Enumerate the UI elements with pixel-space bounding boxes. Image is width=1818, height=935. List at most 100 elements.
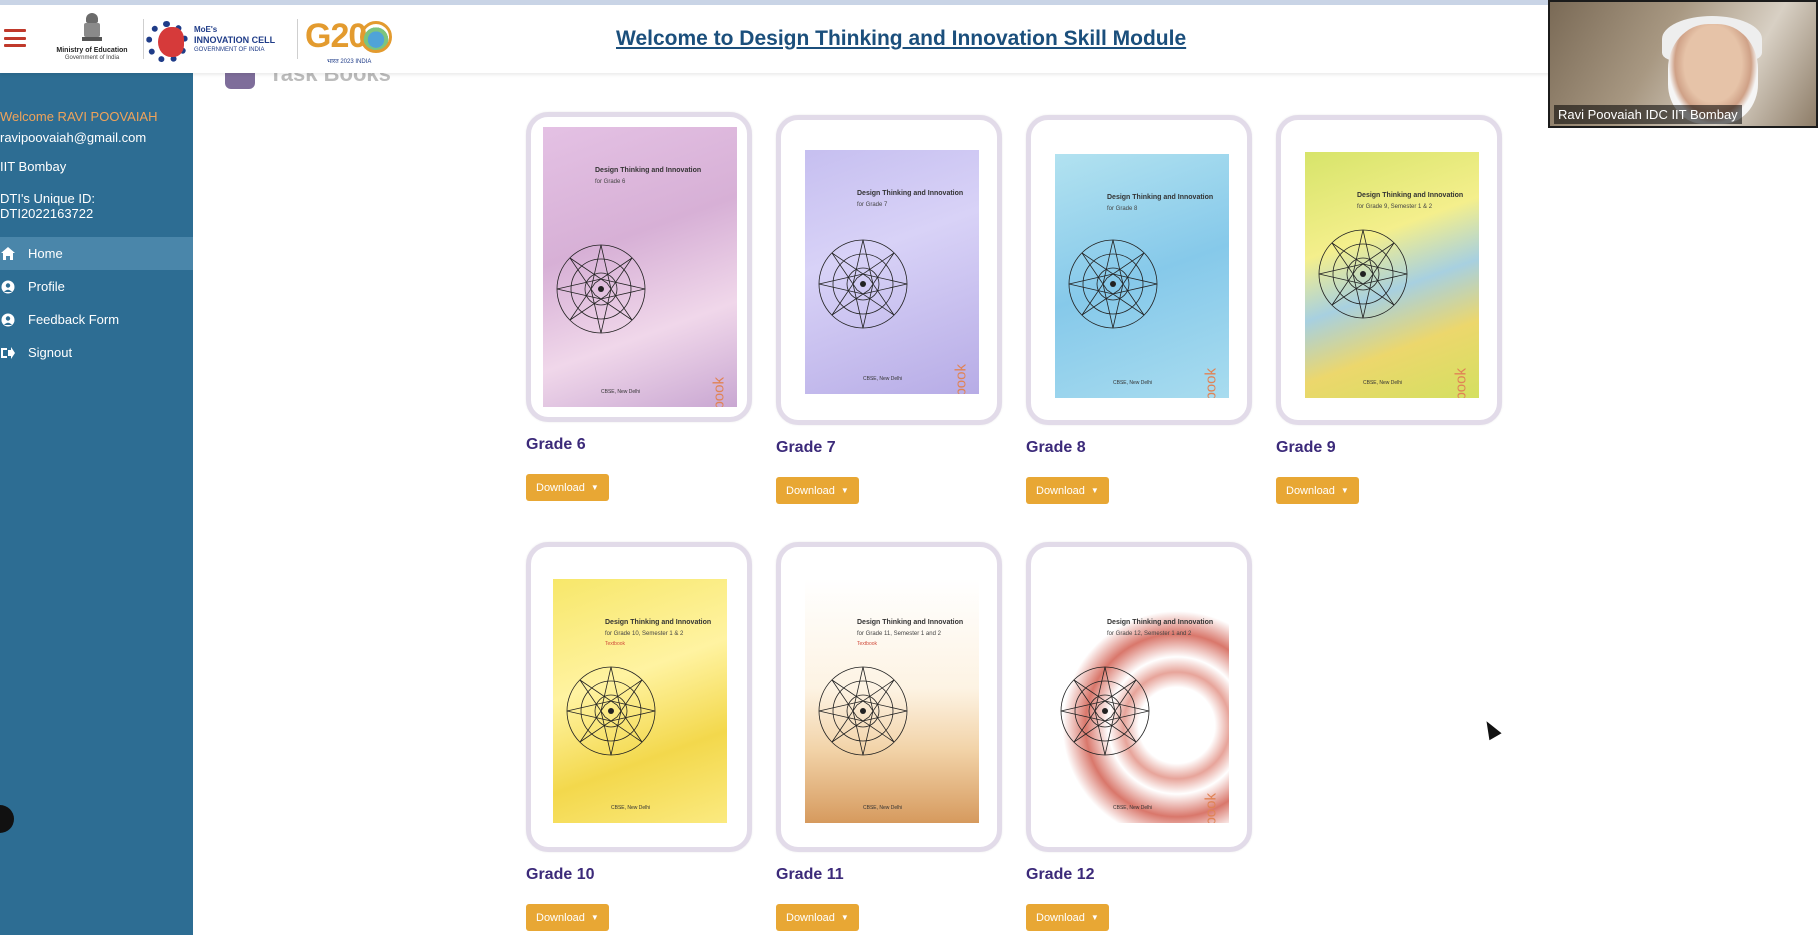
caret-down-icon: ▼ xyxy=(840,913,849,922)
sidebar-item-label: Signout xyxy=(28,345,73,360)
cover-subtitle: for Grade 10, Semester 1 & 2 xyxy=(605,631,684,637)
mic-logo-line3: GOVERNMENT OF INDIA xyxy=(194,47,265,53)
download-button[interactable]: Download ▼ xyxy=(1276,477,1359,504)
sidebar-nav: Home Profile Feedback Form Signout xyxy=(0,237,193,369)
video-call-thumbnail[interactable]: Ravi Poovaiah IDC IIT Bombay xyxy=(1548,0,1818,128)
download-button[interactable]: Download ▼ xyxy=(526,904,609,931)
book-cover-frame[interactable]: Design Thinking and Innovation for Grade… xyxy=(1276,115,1502,425)
download-button[interactable]: Download ▼ xyxy=(776,477,859,504)
download-button[interactable]: Download ▼ xyxy=(1026,904,1109,931)
sidebar-item-profile[interactable]: Profile xyxy=(0,270,193,303)
cover-publisher: CBSE, New Delhi xyxy=(863,376,903,382)
cover-subtitle: for Grade 12, Semester 1 and 2 xyxy=(1107,631,1192,637)
caret-down-icon: ▼ xyxy=(840,486,849,495)
cover-type: Task-book xyxy=(1202,368,1219,398)
book-card-grade-8: Design Thinking and Innovation for Grade… xyxy=(1026,115,1252,504)
download-button[interactable]: Download ▼ xyxy=(1026,477,1109,504)
book-card-grade-7: Design Thinking and Innovation for Grade… xyxy=(776,115,1002,504)
sidebar-item-label: Profile xyxy=(28,279,65,294)
g20-logo-text: G20 xyxy=(305,17,367,55)
sidebar-item-home[interactable]: Home xyxy=(0,237,193,270)
grade-label: Grade 6 xyxy=(526,436,586,453)
book-cover: Design Thinking and Innovation for Grade… xyxy=(553,579,727,823)
cover-type: Textbook xyxy=(605,641,626,647)
cover-type: Task-book xyxy=(710,377,727,407)
sidebar-item-label: Feedback Form xyxy=(28,312,120,327)
innovation-cell-gear-icon xyxy=(146,21,190,63)
download-button[interactable]: Download ▼ xyxy=(776,904,859,931)
moe-logo-line1: Ministry of Education xyxy=(56,47,128,54)
participant-name: Ravi Poovaiah IDC IIT Bombay xyxy=(1554,105,1742,124)
download-label: Download xyxy=(1036,484,1085,497)
cover-subtitle: for Grade 6 xyxy=(595,179,626,185)
moe-logo-line2: Government of India xyxy=(64,55,120,61)
mandala-icon xyxy=(566,666,656,756)
book-cover: Design Thinking and Innovation for Grade… xyxy=(1055,154,1229,398)
top-header: Ministry of Education Government of Indi… xyxy=(0,5,1818,73)
download-label: Download xyxy=(1286,484,1335,497)
grade-label: Grade 11 xyxy=(776,866,844,883)
caret-down-icon: ▼ xyxy=(1090,913,1099,922)
g20-logo: G20 भारत 2023 INDIA xyxy=(305,17,397,65)
mandala-icon xyxy=(1318,229,1408,319)
sidebar: Welcome RAVI POOVAIAH ravipoovaiah@gmail… xyxy=(0,73,193,935)
book-cover: Design Thinking and Innovation for Grade… xyxy=(543,127,737,407)
sidebar-item-feedback-form[interactable]: Feedback Form xyxy=(0,303,193,336)
cover-publisher: CBSE, New Delhi xyxy=(1113,380,1153,386)
book-card-grade-11: Design Thinking and Innovation for Grade… xyxy=(776,542,1002,931)
download-button[interactable]: Download ▼ xyxy=(526,474,609,501)
grade-label: Grade 10 xyxy=(526,866,595,883)
cover-publisher: CBSE, New Delhi xyxy=(1113,805,1153,811)
cover-type: Task-book xyxy=(952,364,969,394)
cover-title: Design Thinking and Innovation xyxy=(857,619,964,626)
book-cover-frame[interactable]: Design Thinking and Innovation for Grade… xyxy=(526,112,752,422)
cover-type: Task-book xyxy=(1202,793,1219,823)
caret-down-icon: ▼ xyxy=(1340,486,1349,495)
sidebar-item-signout[interactable]: Signout xyxy=(0,336,193,369)
cover-subtitle: for Grade 7 xyxy=(857,202,888,208)
hamburger-menu-icon[interactable] xyxy=(4,29,26,47)
book-cover-frame[interactable]: Design Thinking and Innovation for Grade… xyxy=(776,542,1002,852)
cover-title: Design Thinking and Innovation xyxy=(605,619,712,626)
grade-label: Grade 8 xyxy=(1026,439,1086,456)
cover-title: Design Thinking and Innovation xyxy=(1107,619,1214,626)
grade-label: Grade 12 xyxy=(1026,866,1095,883)
caret-down-icon: ▼ xyxy=(590,483,599,492)
ministry-of-education-logo: Ministry of Education Government of Indi… xyxy=(44,13,140,67)
cover-title: Design Thinking and Innovation xyxy=(1357,192,1464,199)
download-label: Download xyxy=(536,911,585,924)
mic-logo-line2: INNOVATION CELL xyxy=(194,35,276,45)
cover-subtitle: for Grade 11, Semester 1 and 2 xyxy=(857,631,941,637)
book-cover: Design Thinking and Innovation for Grade… xyxy=(1305,152,1479,398)
cover-publisher: CBSE, New Delhi xyxy=(601,389,641,395)
main-content: Task Books Design Thinking and Innovatio… xyxy=(193,61,1818,935)
download-label: Download xyxy=(536,481,585,494)
cover-title: Design Thinking and Innovation xyxy=(595,167,702,174)
book-cover-frame[interactable]: Design Thinking and Innovation for Grade… xyxy=(1026,542,1252,852)
cover-publisher: CBSE, New Delhi xyxy=(611,805,651,811)
cover-publisher: CBSE, New Delhi xyxy=(1363,380,1403,386)
book-card-grade-9: Design Thinking and Innovation for Grade… xyxy=(1276,115,1502,504)
user-email: ravipoovaiah@gmail.com xyxy=(0,130,147,145)
cover-type: Task-book xyxy=(1452,368,1469,398)
book-cover: Design Thinking and Innovation for Grade… xyxy=(805,579,979,823)
user-icon xyxy=(0,312,16,328)
sidebar-item-label: Home xyxy=(28,246,63,261)
cover-subtitle: for Grade 8 xyxy=(1107,206,1138,212)
cover-title: Design Thinking and Innovation xyxy=(1107,194,1214,201)
book-card-grade-12: Design Thinking and Innovation for Grade… xyxy=(1026,542,1252,931)
download-label: Download xyxy=(1036,911,1085,924)
caret-down-icon: ▼ xyxy=(1090,486,1099,495)
floating-circle-button[interactable] xyxy=(0,805,14,833)
grade-label: Grade 7 xyxy=(776,439,836,456)
mandala-icon xyxy=(818,666,908,756)
mandala-icon xyxy=(1060,666,1150,756)
user-icon xyxy=(0,279,16,295)
user-institution: IIT Bombay xyxy=(0,159,67,174)
book-cover-frame[interactable]: Design Thinking and Innovation for Grade… xyxy=(1026,115,1252,425)
book-cover-frame[interactable]: Design Thinking and Innovation for Grade… xyxy=(776,115,1002,425)
logo-divider xyxy=(297,19,298,59)
cover-subtitle: for Grade 9, Semester 1 & 2 xyxy=(1357,204,1433,210)
book-cover-frame[interactable]: Design Thinking and Innovation for Grade… xyxy=(526,542,752,852)
welcome-text: Welcome RAVI POOVAIAH xyxy=(0,109,158,124)
